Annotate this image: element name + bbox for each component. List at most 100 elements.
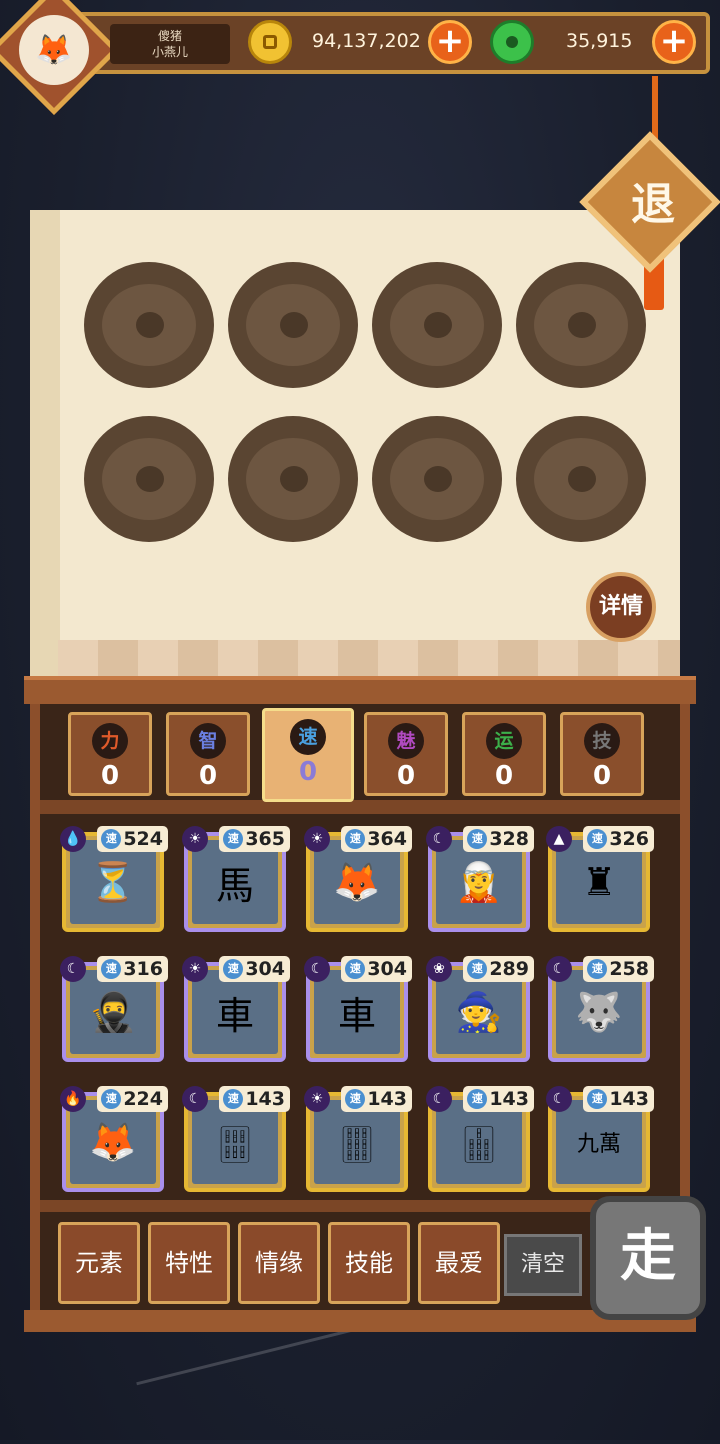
team-slot-8[interactable]	[516, 416, 646, 542]
cabinet-top	[24, 676, 696, 704]
character-card[interactable]: 🀘 ☀ 速 143	[304, 1086, 412, 1192]
team-slot-4[interactable]	[516, 262, 646, 388]
filter-button-4[interactable]: 最爱	[418, 1222, 500, 1304]
gold-coin-icon	[248, 20, 292, 64]
clear-button[interactable]: 清空	[504, 1234, 582, 1296]
character-card[interactable]: 🧝 ☾ 速 328	[426, 826, 534, 932]
stat-tab-3[interactable]: 魅0	[364, 712, 448, 796]
paper-wave-border	[58, 640, 680, 680]
character-portrait-icon: 🀕	[192, 1100, 278, 1184]
character-card[interactable]: 🥷 ☾ 速 316	[60, 956, 168, 1062]
speed-badge: 速 224	[97, 1086, 168, 1112]
stat-value: 0	[592, 761, 612, 791]
exit-button-label[interactable]: 退	[608, 168, 698, 232]
speed-value: 289	[489, 958, 529, 980]
cabinet-shelf	[40, 800, 680, 814]
fox-mask-icon: 🦊	[19, 15, 89, 85]
gold-amount: 94,137,202	[312, 30, 421, 52]
team-slot-6[interactable]	[228, 416, 358, 542]
team-slot-3[interactable]	[372, 262, 502, 388]
speed-badge: 速 328	[463, 826, 534, 852]
speed-icon: 速	[467, 829, 488, 849]
stat-tab-2[interactable]: 速0	[262, 708, 354, 802]
character-portrait-icon: 九萬	[556, 1100, 642, 1184]
character-card[interactable]: 🀖 ☾ 速 143	[426, 1086, 534, 1192]
team-slot-1[interactable]	[84, 262, 214, 388]
speed-value: 316	[123, 958, 163, 980]
speed-value: 304	[367, 958, 407, 980]
stat-tab-1[interactable]: 智0	[166, 712, 250, 796]
speed-badge: 速 258	[583, 956, 654, 982]
team-slot-7[interactable]	[372, 416, 502, 542]
speed-value: 524	[123, 828, 163, 850]
speed-icon: 速	[101, 1089, 122, 1109]
moon-element-icon: ☾	[60, 956, 86, 982]
player-name: 傻猪	[157, 29, 182, 43]
character-card[interactable]: 🦊 ☀ 速 364	[304, 826, 412, 932]
sun-element-icon: ☀	[304, 826, 330, 852]
speed-badge: 速 143	[463, 1086, 534, 1112]
character-card[interactable]: 車 ☀ 速 304	[182, 956, 290, 1062]
character-portrait-icon: 🀘	[314, 1100, 400, 1184]
speed-badge: 速 316	[97, 956, 168, 982]
character-portrait-icon: ♜	[556, 840, 642, 924]
stat-value: 0	[198, 761, 218, 791]
speed-icon: 速	[223, 1089, 244, 1109]
character-card[interactable]: ⏳ 💧 速 524	[60, 826, 168, 932]
filter-button-0[interactable]: 元素	[58, 1222, 140, 1304]
speed-icon: 速	[101, 959, 122, 979]
speed-value: 224	[123, 1088, 163, 1110]
go-button[interactable]: 走	[590, 1196, 706, 1320]
filter-button-3[interactable]: 技能	[328, 1222, 410, 1304]
speed-icon: 速	[467, 1089, 488, 1109]
speed-badge: 速 365	[219, 826, 290, 852]
moon-element-icon: ☾	[182, 1086, 208, 1112]
jade-amount: 35,915	[566, 30, 633, 52]
stat-tab-5[interactable]: 技0	[560, 712, 644, 796]
stat-tab-0[interactable]: 力0	[68, 712, 152, 796]
add-jade-button[interactable]: +	[652, 20, 696, 64]
character-card[interactable]: ♜ ▲ 速 326	[546, 826, 654, 932]
sun-element-icon: ☀	[182, 826, 208, 852]
speed-badge: 速 143	[219, 1086, 290, 1112]
speed-value: 326	[609, 828, 649, 850]
character-card[interactable]: 九萬 ☾ 速 143	[546, 1086, 654, 1192]
character-portrait-icon: 🧙	[436, 970, 522, 1054]
detail-button[interactable]: 详情	[586, 572, 656, 642]
stat-value: 0	[396, 761, 416, 791]
character-card[interactable]: 🀕 ☾ 速 143	[182, 1086, 290, 1192]
stat-value: 0	[298, 757, 318, 787]
character-portrait-icon: 🀖	[436, 1100, 522, 1184]
character-card[interactable]: 🐺 ☾ 速 258	[546, 956, 654, 1062]
speed-icon: 速	[345, 959, 366, 979]
character-card[interactable]: 車 ☾ 速 304	[304, 956, 412, 1062]
team-slot-5[interactable]	[84, 416, 214, 542]
add-gold-button[interactable]: +	[428, 20, 472, 64]
character-portrait-icon: 🦊	[314, 840, 400, 924]
character-card[interactable]: 🧙 ❀ 速 289	[426, 956, 534, 1062]
stat-value: 0	[494, 761, 514, 791]
stat-icon: 速	[290, 719, 326, 755]
player-name-box: 傻猪 小燕儿	[110, 24, 230, 64]
stat-tab-4[interactable]: 运0	[462, 712, 546, 796]
cabinet-shelf-bottom	[40, 1200, 680, 1212]
speed-value: 328	[489, 828, 529, 850]
speed-icon: 速	[587, 1089, 608, 1109]
character-card[interactable]: 🦊 🔥 速 224	[60, 1086, 168, 1192]
filter-button-2[interactable]: 情缘	[238, 1222, 320, 1304]
speed-value: 143	[367, 1088, 407, 1110]
speed-value: 143	[609, 1088, 649, 1110]
team-slot-2[interactable]	[228, 262, 358, 388]
stat-icon: 智	[190, 723, 226, 759]
character-portrait-icon: 車	[314, 970, 400, 1054]
character-portrait-icon: 🦊	[70, 1100, 156, 1184]
speed-icon: 速	[345, 829, 366, 849]
speed-value: 258	[609, 958, 649, 980]
character-card[interactable]: 馬 ☀ 速 365	[182, 826, 290, 932]
speed-icon: 速	[223, 959, 244, 979]
speed-icon: 速	[345, 1089, 366, 1109]
constellation-line	[136, 1319, 404, 1444]
filter-button-1[interactable]: 特性	[148, 1222, 230, 1304]
speed-badge: 速 364	[341, 826, 412, 852]
fire-element-icon: 🔥	[60, 1086, 86, 1112]
